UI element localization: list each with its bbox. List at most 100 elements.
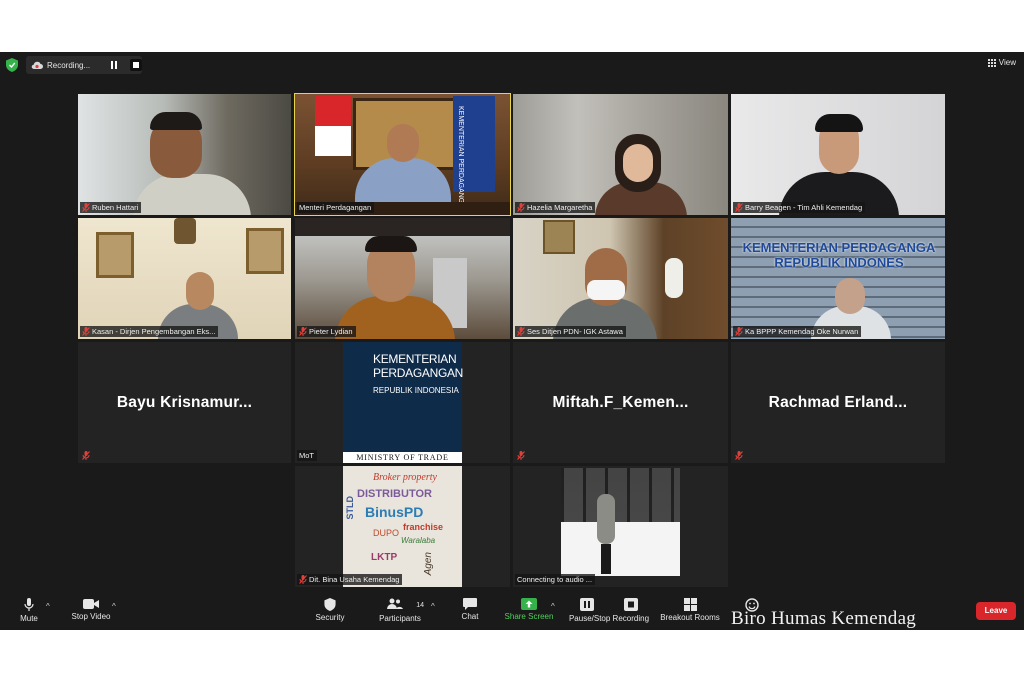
video-tile-ses-ditjen[interactable]: Ses Ditjen PDN- IGK Astawa bbox=[513, 218, 728, 339]
video-tile-kasan[interactable]: Kasan - Dirjen Pengembangan Eks... bbox=[78, 218, 291, 339]
word-cloud-item: LKTP bbox=[371, 552, 398, 563]
building-sign-line2: REPUBLIK INDONES bbox=[774, 255, 904, 270]
participants-caret-icon[interactable]: ^ bbox=[431, 602, 435, 611]
participant-name: Ses Ditjen PDN- IGK Astawa bbox=[527, 327, 623, 336]
view-label: View bbox=[998, 58, 1016, 67]
muted-mic-icon bbox=[735, 327, 743, 336]
breakout-rooms-icon bbox=[683, 598, 697, 611]
security-button[interactable]: Security bbox=[312, 598, 348, 622]
participant-name: Ka BPPP Kemendag Oke Nurwan bbox=[745, 327, 859, 336]
share-screen-label: Share Screen bbox=[504, 612, 554, 621]
word-cloud-item: DUPO bbox=[373, 528, 400, 538]
share-options-caret-icon[interactable]: ^ bbox=[551, 602, 555, 611]
participant-nameplate bbox=[733, 450, 746, 461]
chat-label: Chat bbox=[461, 612, 479, 621]
pause-stop-recording-button[interactable]: Pause/Stop Recording bbox=[566, 598, 652, 623]
participants-icon bbox=[386, 598, 403, 609]
participant-photo bbox=[561, 468, 680, 522]
muted-mic-icon bbox=[299, 575, 307, 584]
participant-video bbox=[835, 278, 865, 314]
stop-icon bbox=[624, 598, 638, 611]
participant-video bbox=[543, 220, 575, 254]
stop-video-button[interactable]: Stop Video bbox=[68, 598, 114, 621]
video-tile-ruben[interactable]: Ruben Hattari bbox=[78, 94, 291, 215]
participant-video bbox=[623, 144, 653, 182]
participant-nameplate: Ruben Hattari bbox=[80, 202, 142, 213]
recording-indicator: Recording... bbox=[26, 56, 142, 74]
participant-display-name: Bayu Krisnamur... bbox=[116, 393, 253, 411]
chat-button[interactable]: Chat bbox=[458, 598, 482, 621]
video-tile-rachmad[interactable]: Rachmad Erland... bbox=[731, 342, 945, 463]
muted-mic-icon bbox=[82, 203, 90, 212]
participant-name: Pieter Lydian bbox=[309, 327, 353, 336]
word-cloud-item: DISTRIBUTOR bbox=[357, 488, 432, 500]
participant-name: Hazelia Margaretha bbox=[527, 203, 593, 212]
participant-nameplate: Barry Beagen - Tim Ahli Kemendag bbox=[733, 202, 866, 213]
participant-name: Connecting to audio ... bbox=[517, 575, 593, 584]
ministry-logo-block: KEMENTERIAN PERDAGANGAN REPUBLIK INDONES… bbox=[343, 342, 464, 452]
breakout-rooms-button[interactable]: Breakout Rooms bbox=[658, 598, 722, 622]
view-button[interactable]: View bbox=[987, 58, 1016, 67]
video-tile-dit-bina[interactable]: Broker property DISTRIBUTOR BinusPD fran… bbox=[295, 466, 510, 587]
security-label: Security bbox=[315, 613, 345, 622]
stop-recording-button[interactable] bbox=[130, 59, 142, 71]
participant-name: Dit. Bina Usaha Kemendag bbox=[309, 575, 400, 584]
pause-recording-icon[interactable] bbox=[110, 61, 118, 69]
participant-video bbox=[387, 124, 419, 162]
muted-mic-icon bbox=[735, 451, 743, 460]
participant-nameplate: Menteri Perdagangan bbox=[297, 202, 375, 213]
participant-nameplate: Ka BPPP Kemendag Oke Nurwan bbox=[733, 326, 862, 337]
participant-nameplate: Pieter Lydian bbox=[297, 326, 356, 337]
video-tile-hazelia[interactable]: Hazelia Margaretha bbox=[513, 94, 728, 215]
video-tile-pieter[interactable]: Pieter Lydian bbox=[295, 218, 510, 339]
ministry-logo-panel: KEMENTERIAN PERDAGANGAN REPUBLIK INDONES… bbox=[343, 342, 464, 463]
participant-video bbox=[365, 236, 417, 252]
participant-nameplate: Kasan - Dirjen Pengembangan Eks... bbox=[80, 326, 219, 337]
video-tile-menteri[interactable]: KEMENTERIAN PERDAGANGAN Menteri Perdagan… bbox=[294, 93, 511, 216]
participant-video bbox=[96, 232, 134, 278]
word-cloud-item: Waralaba bbox=[401, 536, 436, 545]
security-shield-icon bbox=[324, 598, 336, 611]
muted-mic-icon bbox=[517, 327, 525, 336]
participant-video bbox=[186, 272, 214, 310]
share-screen-icon bbox=[521, 598, 537, 610]
participant-nameplate: Connecting to audio ... bbox=[515, 574, 596, 585]
video-tile-barry[interactable]: Barry Beagen - Tim Ahli Kemendag bbox=[731, 94, 945, 215]
participants-button[interactable]: 14 Participants bbox=[376, 598, 424, 623]
participant-video bbox=[150, 112, 202, 130]
video-tile-connecting[interactable]: Connecting to audio ... bbox=[513, 466, 728, 587]
word-cloud-image: Broker property DISTRIBUTOR BinusPD fran… bbox=[343, 466, 462, 587]
logo-line2: PERDAGANGAN bbox=[373, 366, 464, 380]
pause-stop-label: Pause/Stop Recording bbox=[568, 614, 650, 623]
video-tile-mot[interactable]: KEMENTERIAN PERDAGANGAN REPUBLIK INDONES… bbox=[295, 342, 510, 463]
participant-name: Kasan - Dirjen Pengembangan Eks... bbox=[92, 327, 216, 336]
cloud-record-icon bbox=[31, 61, 43, 69]
participant-name: Ruben Hattari bbox=[92, 203, 139, 212]
participant-name: MoT bbox=[299, 451, 314, 460]
logo-line1: KEMENTERIAN bbox=[373, 352, 457, 366]
video-camera-icon bbox=[83, 599, 99, 609]
mute-label: Mute bbox=[20, 614, 38, 623]
muted-mic-icon bbox=[82, 451, 90, 460]
pause-icon bbox=[580, 598, 594, 611]
video-options-caret-icon[interactable]: ^ bbox=[112, 602, 116, 611]
watermark-text: Biro Humas Kemendag bbox=[731, 608, 917, 629]
participant-video bbox=[295, 218, 510, 236]
encryption-shield-icon[interactable] bbox=[6, 58, 18, 72]
participants-count: 14 bbox=[416, 601, 424, 609]
chat-bubble-icon bbox=[463, 598, 477, 610]
video-tile-bayu[interactable]: Bayu Krisnamur... bbox=[78, 342, 291, 463]
participant-name: Menteri Perdagangan bbox=[299, 203, 372, 212]
share-screen-button[interactable]: Share Screen bbox=[503, 598, 555, 621]
word-cloud-item: Broker property bbox=[373, 472, 437, 483]
leave-button[interactable]: Leave bbox=[976, 602, 1016, 620]
participant-video bbox=[665, 258, 683, 298]
participant-video bbox=[815, 114, 863, 132]
muted-mic-icon bbox=[82, 327, 90, 336]
participant-nameplate: Hazelia Margaretha bbox=[515, 202, 596, 213]
audio-options-caret-icon[interactable]: ^ bbox=[46, 602, 50, 611]
video-tile-ka-bppp[interactable]: KEMENTERIAN PERDAGANGA REPUBLIK INDONES … bbox=[731, 218, 945, 339]
video-tile-miftah[interactable]: Miftah.F_Kemen... bbox=[513, 342, 728, 463]
mute-button[interactable]: Mute bbox=[18, 598, 40, 623]
breakout-rooms-label: Breakout Rooms bbox=[660, 613, 720, 622]
